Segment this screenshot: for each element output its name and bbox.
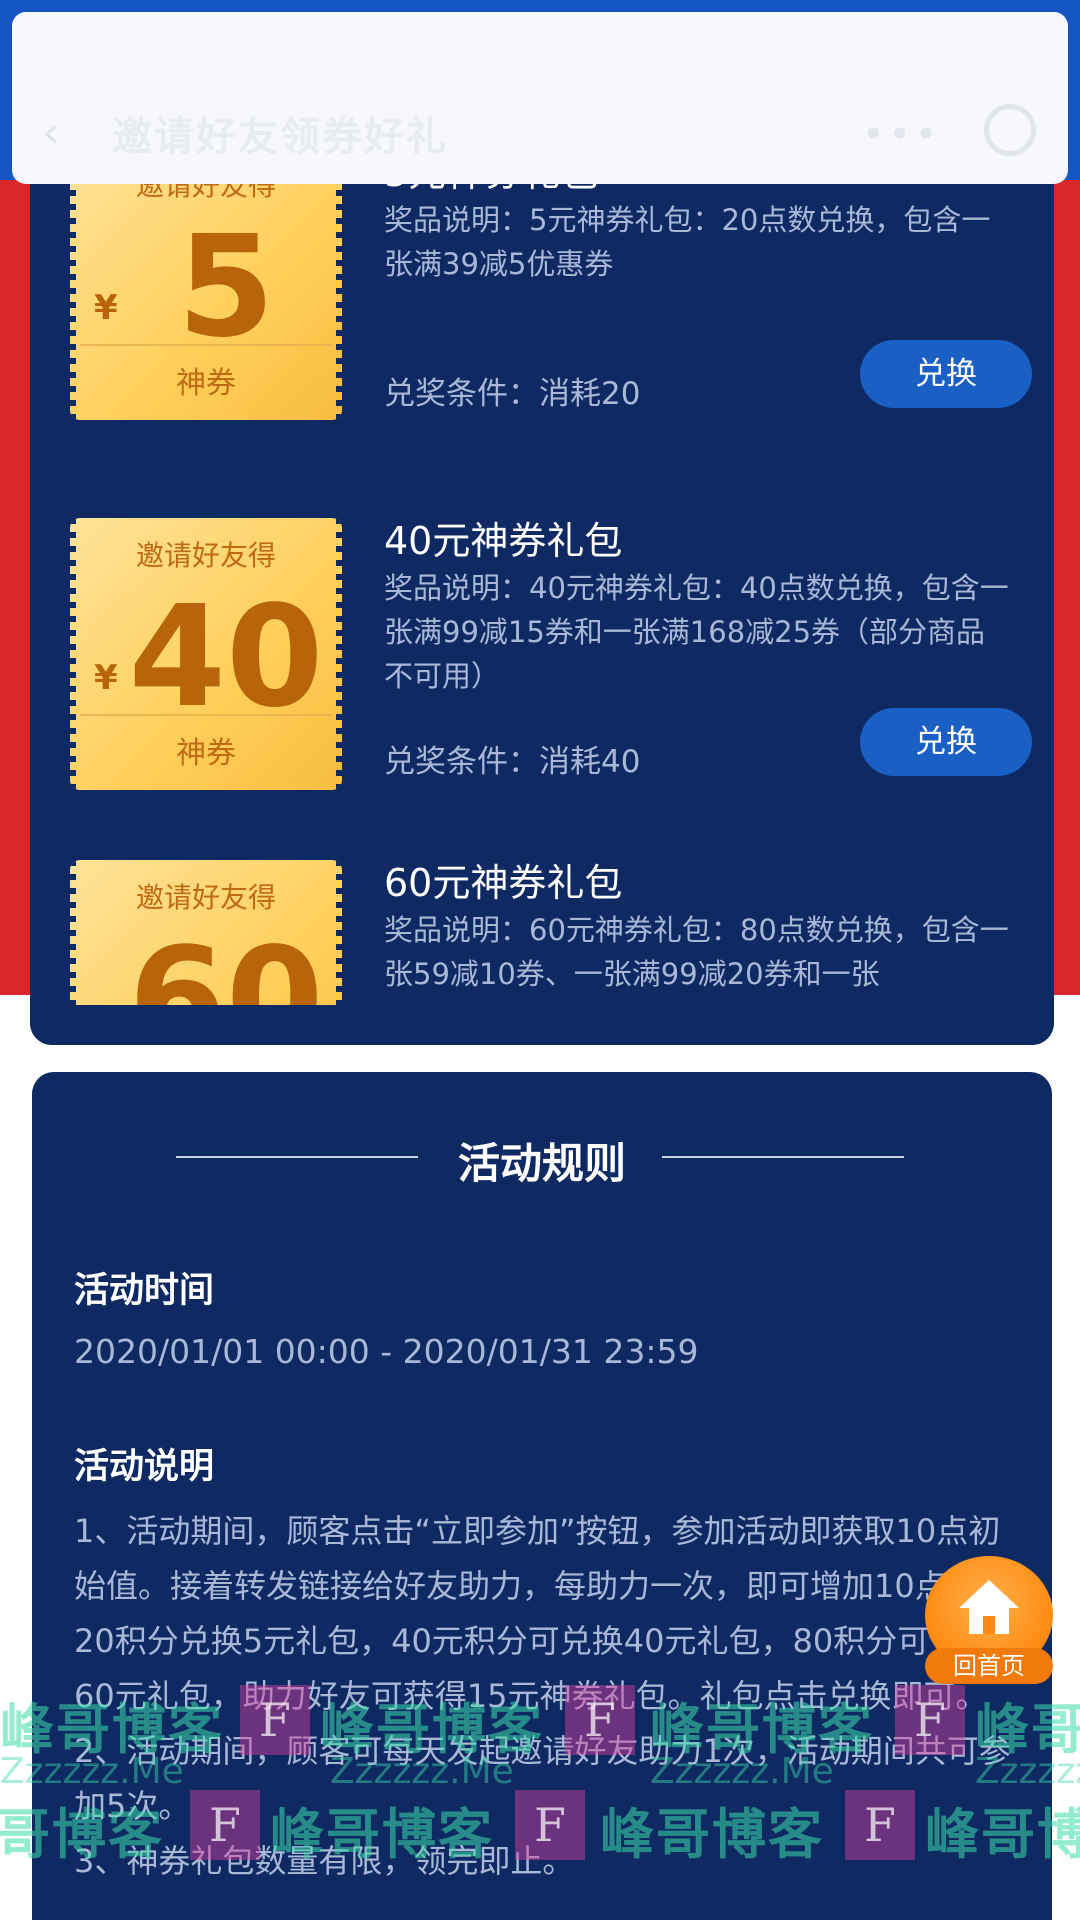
time-heading: 活动时间 [74,1271,215,1311]
coupon-amount: 5 [177,206,275,369]
description-heading: 活动说明 [74,1447,215,1487]
time-value: 2020/01/01 00:00 - 2020/01/31 23:59 [74,1332,699,1371]
redeem-button[interactable]: 兑换 [860,340,1032,408]
prize-name: 40元神券礼包 [384,519,623,563]
rule-paragraph: 2、活动期间，顾客可每天发起邀请好友助力1次，活动期间共可参加5次。 [74,1732,1011,1825]
prize-condition: 兑奖条件：消耗20 [384,376,641,412]
page-title: 邀请好友领券好礼 [112,114,448,160]
home-button[interactable]: 回首页 [925,1556,1053,1684]
rules-title: 活动规则 [457,1139,626,1188]
coupon-ticket: 邀请好友得 ¥ 5 神券 [70,150,342,420]
prize-name: 60元神券礼包 [384,861,623,905]
prize-item-5: 邀请好友得 ¥ 5 神券 5元神券礼包 奖品说明：5元神券礼包：20点数兑换，包… [70,150,1032,422]
back-arrow-icon[interactable]: ‹ [42,107,60,158]
prize-description: 奖品说明：40元神券礼包：40点数兑换，包含一张满99减15券和一张满168减2… [384,571,1009,693]
ticket-bottom-label: 神券 [176,366,236,401]
home-button-label: 回首页 [925,1648,1053,1684]
prize-condition: 兑奖条件：消耗40 [384,744,641,780]
prize-list-panel: 邀请好友得 ¥ 5 神券 5元神券礼包 奖品说明：5元神券礼包：20点数兑换，包… [30,150,1054,1045]
ticket-top-label: 邀请好友得 [135,881,276,914]
ticket-divider [80,714,332,716]
rule-paragraph: 3、神券礼包数量有限，领完即止。 [74,1842,575,1880]
rules-description: 1、活动期间，顾客点击“立即参加”按钮，参加活动即获取10点初始值。接着转发链接… [74,1504,1014,1889]
panel-bottom-mask [30,1005,1054,1045]
prize-description: 奖品说明：5元神券礼包：20点数兑换，包含一张满39减5优惠券 [384,203,991,281]
rule-paragraph: 1、活动期间，顾客点击“立即参加”按钮，参加活动即获取10点初始值。接着转发链接… [74,1512,1001,1715]
home-icon [959,1580,1019,1634]
prize-item-40: 邀请好友得 ¥ 40 神券 40元神券礼包 奖品说明：40元神券礼包：40点数兑… [70,518,1032,790]
coupon-ticket: 邀请好友得 ¥ 40 神券 [70,518,342,790]
ticket-top-label: 邀请好友得 [135,539,276,572]
title-divider-right [662,1156,904,1158]
app-header: ‹ 邀请好友领券好礼 ••• [12,12,1068,184]
prize-description: 奖品说明：60元神券礼包：80点数兑换，包含一张59减10券、一张满99减20券… [384,913,1009,991]
rules-panel: 活动规则 活动时间 2020/01/01 00:00 - 2020/01/31 … [32,1072,1052,1920]
close-icon[interactable] [984,104,1036,156]
ticket-divider [80,344,332,346]
ticket-bottom-label: 神券 [176,736,236,771]
more-menu-icon[interactable]: ••• [862,112,941,156]
redeem-button[interactable]: 兑换 [860,708,1032,776]
coupon-amount: 40 [128,576,324,739]
